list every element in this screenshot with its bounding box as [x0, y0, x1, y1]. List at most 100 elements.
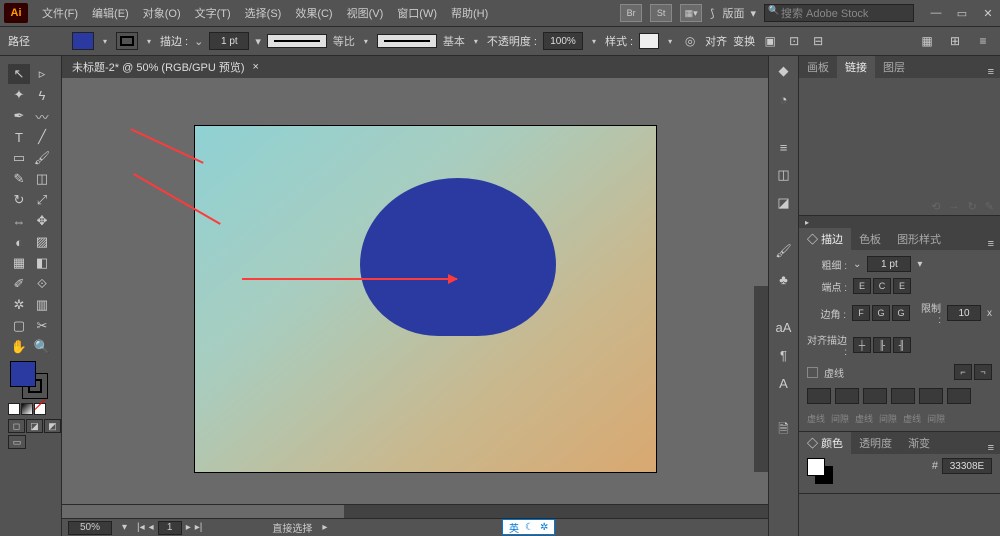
- stock-button[interactable]: St: [650, 4, 672, 22]
- pen-tool[interactable]: ✒: [8, 106, 30, 126]
- fill-swatch[interactable]: [72, 32, 94, 50]
- grid-icon[interactable]: ▦: [918, 32, 936, 50]
- dash1-input[interactable]: [807, 388, 831, 404]
- horizontal-scrollbar[interactable]: [62, 504, 768, 518]
- menu-view[interactable]: 视图(V): [341, 3, 390, 23]
- graphic-style-swatch[interactable]: [639, 33, 659, 49]
- rectangle-tool[interactable]: ▭: [8, 148, 30, 168]
- weight-dropdown[interactable]: ▾: [917, 259, 922, 270]
- brush-panel-icon[interactable]: 🖌: [775, 242, 793, 260]
- dash2-input[interactable]: [863, 388, 887, 404]
- menu-type[interactable]: 文字(T): [189, 3, 237, 23]
- menu-select[interactable]: 选择(S): [239, 3, 288, 23]
- hand-tool[interactable]: ✋: [8, 337, 30, 357]
- align-inside-button[interactable]: ╟: [873, 337, 891, 353]
- minimize-button[interactable]: —: [928, 7, 944, 20]
- goto-link-icon[interactable]: →: [949, 200, 960, 213]
- line-tool[interactable]: ╱: [31, 127, 53, 147]
- lasso-tool[interactable]: ϟ: [31, 85, 53, 105]
- zoom-input[interactable]: 50%: [68, 521, 112, 535]
- zoom-dropdown[interactable]: ▾: [122, 522, 127, 533]
- selection-tool[interactable]: ↖: [8, 64, 30, 84]
- color-fill-stroke[interactable]: [807, 458, 833, 484]
- symbols-icon[interactable]: ♣: [775, 270, 793, 288]
- dash3-input[interactable]: [919, 388, 943, 404]
- transform-label[interactable]: 变换: [733, 33, 755, 49]
- brush-dropdown[interactable]: ▾: [471, 32, 481, 50]
- canvas[interactable]: [62, 78, 768, 504]
- magic-wand-tool[interactable]: ✦: [8, 85, 30, 105]
- scale-tool[interactable]: ⤢: [31, 190, 53, 210]
- panel-menu-icon[interactable]: ≡: [974, 32, 992, 50]
- next-artboard-button[interactable]: ▸: [186, 522, 191, 533]
- align-panel-icon[interactable]: ≡: [775, 138, 793, 156]
- tab-color[interactable]: ◇ 颜色: [799, 432, 851, 454]
- gap3-input[interactable]: [947, 388, 971, 404]
- maximize-button[interactable]: ▭: [954, 7, 970, 20]
- cap-butt-button[interactable]: E: [853, 278, 871, 294]
- align-center-button[interactable]: ┼: [853, 337, 871, 353]
- stroke-weight-stepper-down[interactable]: ⌄: [194, 35, 203, 48]
- selected-shape[interactable]: [360, 178, 556, 336]
- vertical-scrollbar[interactable]: [754, 100, 768, 472]
- slice-tool[interactable]: ✂: [31, 316, 53, 336]
- tab-swatches[interactable]: 色板: [851, 228, 889, 250]
- none-color-button[interactable]: [34, 403, 46, 415]
- miter-limit-input[interactable]: [947, 305, 981, 321]
- snap-icon[interactable]: ⊞: [946, 32, 964, 50]
- align-label[interactable]: 对齐: [705, 33, 727, 49]
- arrange-button[interactable]: ▦▾: [680, 4, 702, 22]
- shape-builder-tool[interactable]: ◐: [8, 232, 30, 252]
- paintbrush-tool[interactable]: 🖌: [31, 148, 53, 168]
- panel-menu-icon[interactable]: ≡: [982, 442, 1000, 454]
- stroke-weight-dropdown[interactable]: ▾: [255, 35, 261, 48]
- cap-projecting-button[interactable]: E: [893, 278, 911, 294]
- dash-preserve-button[interactable]: ⌐: [954, 364, 972, 380]
- width-tool[interactable]: ⇔: [8, 211, 30, 231]
- stroke-weight-field[interactable]: [867, 256, 911, 272]
- opentype-icon[interactable]: A: [775, 374, 793, 392]
- search-stock-input[interactable]: 搜索 Adobe Stock: [764, 4, 914, 22]
- fill-color-box[interactable]: [10, 361, 36, 387]
- hex-input[interactable]: [942, 458, 992, 474]
- cap-round-button[interactable]: C: [873, 278, 891, 294]
- join-bevel-button[interactable]: G: [892, 305, 910, 321]
- crop-icon[interactable]: ⊡: [785, 32, 803, 50]
- direct-selection-tool[interactable]: ▹: [31, 64, 53, 84]
- blend-tool[interactable]: ⟐: [31, 274, 53, 294]
- mesh-tool[interactable]: ▦: [8, 253, 30, 273]
- status-menu-arrow[interactable]: ▸: [322, 522, 327, 533]
- stroke-weight-input[interactable]: [209, 32, 249, 50]
- solid-color-button[interactable]: [8, 403, 20, 415]
- menu-window[interactable]: 窗口(W): [391, 3, 443, 23]
- eraser-tool[interactable]: ◫: [31, 169, 53, 189]
- screen-mode-button[interactable]: ▭: [8, 435, 26, 449]
- paragraph-icon[interactable]: ¶: [775, 346, 793, 364]
- collapse-bar[interactable]: ▸: [799, 216, 1000, 228]
- panel-menu-icon[interactable]: ≡: [982, 66, 1000, 78]
- align-outside-button[interactable]: ╢: [893, 337, 911, 353]
- free-transform-tool[interactable]: ✥: [31, 211, 53, 231]
- panel-menu-icon[interactable]: ≡: [982, 238, 1000, 250]
- menu-help[interactable]: 帮助(H): [445, 3, 494, 23]
- symbol-sprayer-tool[interactable]: ✲: [8, 295, 30, 315]
- profile-dropdown[interactable]: ▾: [361, 32, 371, 50]
- tab-gradient[interactable]: 渐变: [900, 432, 938, 454]
- menu-object[interactable]: 对象(O): [137, 3, 187, 23]
- artboard-tool[interactable]: ▢: [8, 316, 30, 336]
- clip-icon[interactable]: ⊟: [809, 32, 827, 50]
- perspective-tool[interactable]: ▨: [31, 232, 53, 252]
- last-artboard-button[interactable]: ▸|: [195, 522, 203, 533]
- shaper-tool[interactable]: ✎: [8, 169, 30, 189]
- tab-layers[interactable]: 图层: [875, 56, 913, 78]
- tab-graphic-styles[interactable]: 图形样式: [889, 228, 949, 250]
- tab-links[interactable]: 链接: [837, 56, 875, 78]
- prev-artboard-button[interactable]: ◂: [149, 522, 154, 533]
- color-guide-icon[interactable]: ◔: [775, 90, 793, 108]
- gradient-button[interactable]: [21, 403, 33, 415]
- isolate-icon[interactable]: ▣: [761, 32, 779, 50]
- menu-edit[interactable]: 编辑(E): [86, 3, 135, 23]
- stroke-width-profile[interactable]: [267, 34, 327, 48]
- mini-fill-box[interactable]: [807, 458, 825, 476]
- join-round-button[interactable]: G: [872, 305, 890, 321]
